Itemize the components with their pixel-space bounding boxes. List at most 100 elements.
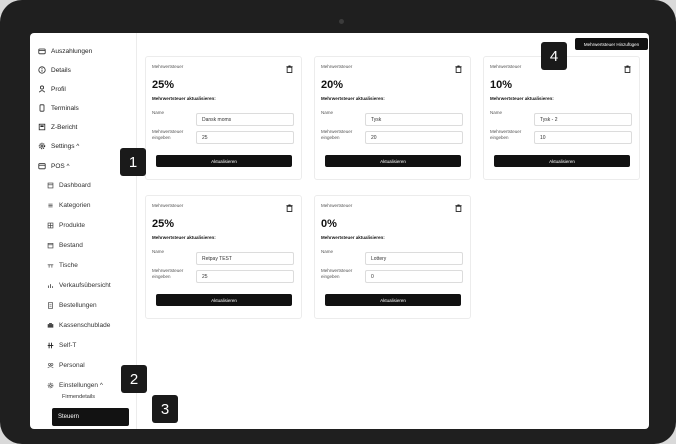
add-vat-button-label: Mehrwertsteuer Hinzufügen <box>583 41 640 47</box>
sidebar-item-label: Kassenschublade <box>59 322 111 329</box>
drawer-icon <box>47 323 54 328</box>
update-heading: Mehrwertsteuer aktualisieren: <box>321 96 385 101</box>
report-icon <box>38 123 46 131</box>
sidebar-item-pos[interactable]: POS ^ <box>38 162 70 170</box>
camera-dot <box>339 19 344 24</box>
card-title: Mehrwertsteuer <box>321 64 353 69</box>
trash-icon[interactable] <box>624 65 631 73</box>
vat-percent: 25% <box>152 79 175 91</box>
name-label: Name <box>321 249 334 254</box>
update-heading: Mehrwertsteuer aktualisieren: <box>321 235 385 240</box>
add-vat-button[interactable]: Mehrwertsteuer Hinzufügen <box>575 38 648 50</box>
vat-value-field[interactable]: 10 <box>534 131 632 144</box>
sidebar-item-label: Auszahlungen <box>51 47 93 55</box>
name-field[interactable]: Dansk moms <box>196 113 294 126</box>
vat-value-field[interactable]: 25 <box>196 270 294 283</box>
grid-icon <box>47 222 54 229</box>
card-title: Mehrwertsteuer <box>152 203 184 208</box>
sidebar-item-tische[interactable]: Tische <box>47 262 78 269</box>
card-title: Mehrwertsteuer <box>490 64 522 69</box>
sidebar-item-label: Firmendetails <box>62 394 96 400</box>
list-icon <box>48 203 53 208</box>
update-heading: Mehrwertsteuer aktualisieren: <box>152 96 216 101</box>
update-button[interactable]: Aktualisieren <box>156 294 292 306</box>
sidebar-item-label: Details <box>51 66 71 74</box>
sidebar-item-firmendetails[interactable]: Firmendetails <box>62 394 95 400</box>
sidebar-item-label: Tische <box>59 262 78 269</box>
callout-badge-2: 2 <box>121 365 147 393</box>
vat-percent: 20% <box>321 79 344 91</box>
sidebar-item-produkte[interactable]: Produkte <box>47 222 85 229</box>
name-label: Name <box>321 110 334 115</box>
card-title: Mehrwertsteuer <box>152 64 184 69</box>
sidebar-item-terminals[interactable]: Terminals <box>38 104 79 112</box>
sidebar-item-settings[interactable]: Settings ^ <box>38 142 79 150</box>
vat-value-field[interactable]: 0 <box>365 270 463 283</box>
name-field[interactable]: Lottery <box>365 252 463 265</box>
name-field[interactable]: Retpay TEST <box>196 252 294 265</box>
update-heading: Mehrwertsteuer aktualisieren: <box>490 96 554 101</box>
callout-badge-3: 3 <box>152 395 178 423</box>
update-button[interactable]: Aktualisieren <box>494 155 630 167</box>
vat-value-field[interactable]: 20 <box>365 131 463 144</box>
vat-card: Mehrwertsteuer 0% Mehrwertsteuer aktuali… <box>314 195 471 319</box>
trash-icon[interactable] <box>455 204 462 212</box>
box-icon <box>47 243 54 249</box>
sidebar-item-details[interactable]: Details <box>38 66 71 74</box>
sidebar-item-label: POS ^ <box>51 162 70 170</box>
sidebar-item-kassenschublade[interactable]: Kassenschublade <box>47 322 110 329</box>
name-label: Name <box>152 110 165 115</box>
vat-card: Mehrwertsteuer 25% Mehrwertsteuer aktual… <box>145 56 302 180</box>
table-icon <box>47 264 54 268</box>
sidebar-item-steuern[interactable]: Steuern <box>52 408 129 426</box>
update-heading: Mehrwertsteuer aktualisieren: <box>152 235 216 240</box>
tablet-frame: Auszahlungen Details Profil Terminals Z-… <box>0 0 676 444</box>
sidebar-item-kategorien[interactable]: Kategorien <box>47 202 90 209</box>
gear-icon <box>38 142 46 150</box>
sidebar-item-auszahlungen[interactable]: Auszahlungen <box>38 47 92 55</box>
update-button-label: Aktualisieren <box>211 158 237 164</box>
sidebar-item-label: Steuern <box>58 414 80 420</box>
update-button-label: Aktualisieren <box>380 158 406 164</box>
callout-badge-1: 1 <box>120 148 146 176</box>
sidebar-item-profil[interactable]: Profil <box>38 85 66 93</box>
name-field[interactable]: Tysk - 2 <box>534 113 632 126</box>
sidebar-item-label: Bestand <box>59 242 83 249</box>
sidebar-item-verkaufsuebersicht[interactable]: Verkaufsübersicht <box>47 282 111 289</box>
vat-percent: 10% <box>490 79 513 91</box>
trash-icon[interactable] <box>286 204 293 212</box>
info-icon <box>38 66 46 74</box>
sidebar-item-label: Bestellungen <box>59 302 97 309</box>
vat-percent: 0% <box>321 218 337 230</box>
terminal-icon <box>39 104 45 112</box>
sidebar-item-z-bericht[interactable]: Z-Bericht <box>38 123 77 131</box>
sidebar-item-personal[interactable]: Personal <box>47 362 85 369</box>
gear-icon <box>47 382 54 389</box>
update-button[interactable]: Aktualisieren <box>325 155 461 167</box>
vat-card: Mehrwertsteuer 10% Mehrwertsteuer aktual… <box>483 56 640 180</box>
update-button-label: Aktualisieren <box>211 297 237 303</box>
sidebar-item-self-t[interactable]: Self-T <box>47 342 76 349</box>
sidebar-item-label: Profil <box>51 85 66 93</box>
vat-value-label: Mehrwertsteuer eingeben <box>152 268 184 279</box>
trash-icon[interactable] <box>286 65 293 73</box>
vat-value-label: Mehrwertsteuer eingeben <box>152 129 184 140</box>
trash-icon[interactable] <box>455 65 462 73</box>
sidebar-item-label: Kategorien <box>59 202 91 209</box>
name-field[interactable]: Tysk <box>365 113 463 126</box>
sidebar-item-bestand[interactable]: Bestand <box>47 242 83 249</box>
receipt-icon <box>48 302 53 309</box>
update-button[interactable]: Aktualisieren <box>325 294 461 306</box>
sidebar-item-label: Dashboard <box>59 182 91 189</box>
sidebar-item-bestellungen[interactable]: Bestellungen <box>47 302 97 309</box>
vat-value-label: Mehrwertsteuer eingeben <box>321 129 353 140</box>
callout-badge-4: 4 <box>541 42 567 70</box>
sidebar-item-einstellungen[interactable]: Einstellungen ^ <box>47 382 103 389</box>
pos-icon <box>38 163 46 170</box>
sidebar-item-dashboard[interactable]: Dashboard <box>47 182 91 189</box>
selft-icon <box>47 342 54 349</box>
vat-value-field[interactable]: 25 <box>196 131 294 144</box>
wallet-icon <box>38 48 46 55</box>
dashboard-icon <box>47 182 54 189</box>
update-button[interactable]: Aktualisieren <box>156 155 292 167</box>
